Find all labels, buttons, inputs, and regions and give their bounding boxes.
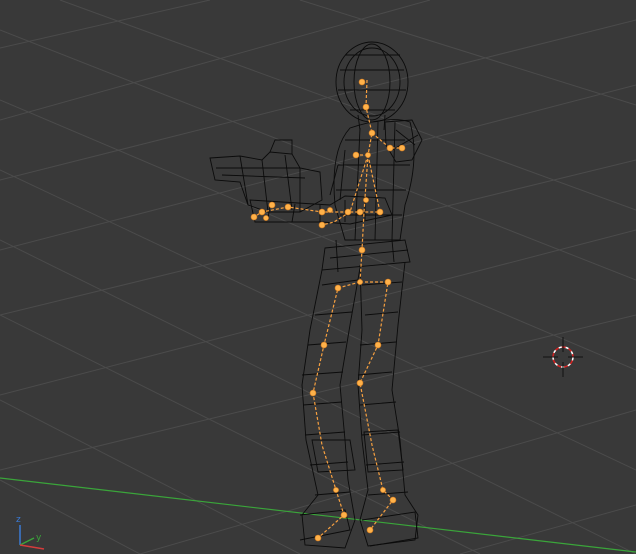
gizmo-z-label: z (16, 515, 21, 525)
3d-viewport[interactable]: z y (0, 0, 636, 554)
viewport-scene[interactable]: z y (0, 0, 636, 554)
axis-gizmo: z y (16, 515, 45, 550)
armature-bones[interactable] (253, 79, 402, 539)
3d-cursor-icon[interactable] (543, 337, 583, 377)
gizmo-y-label: y (36, 533, 42, 543)
